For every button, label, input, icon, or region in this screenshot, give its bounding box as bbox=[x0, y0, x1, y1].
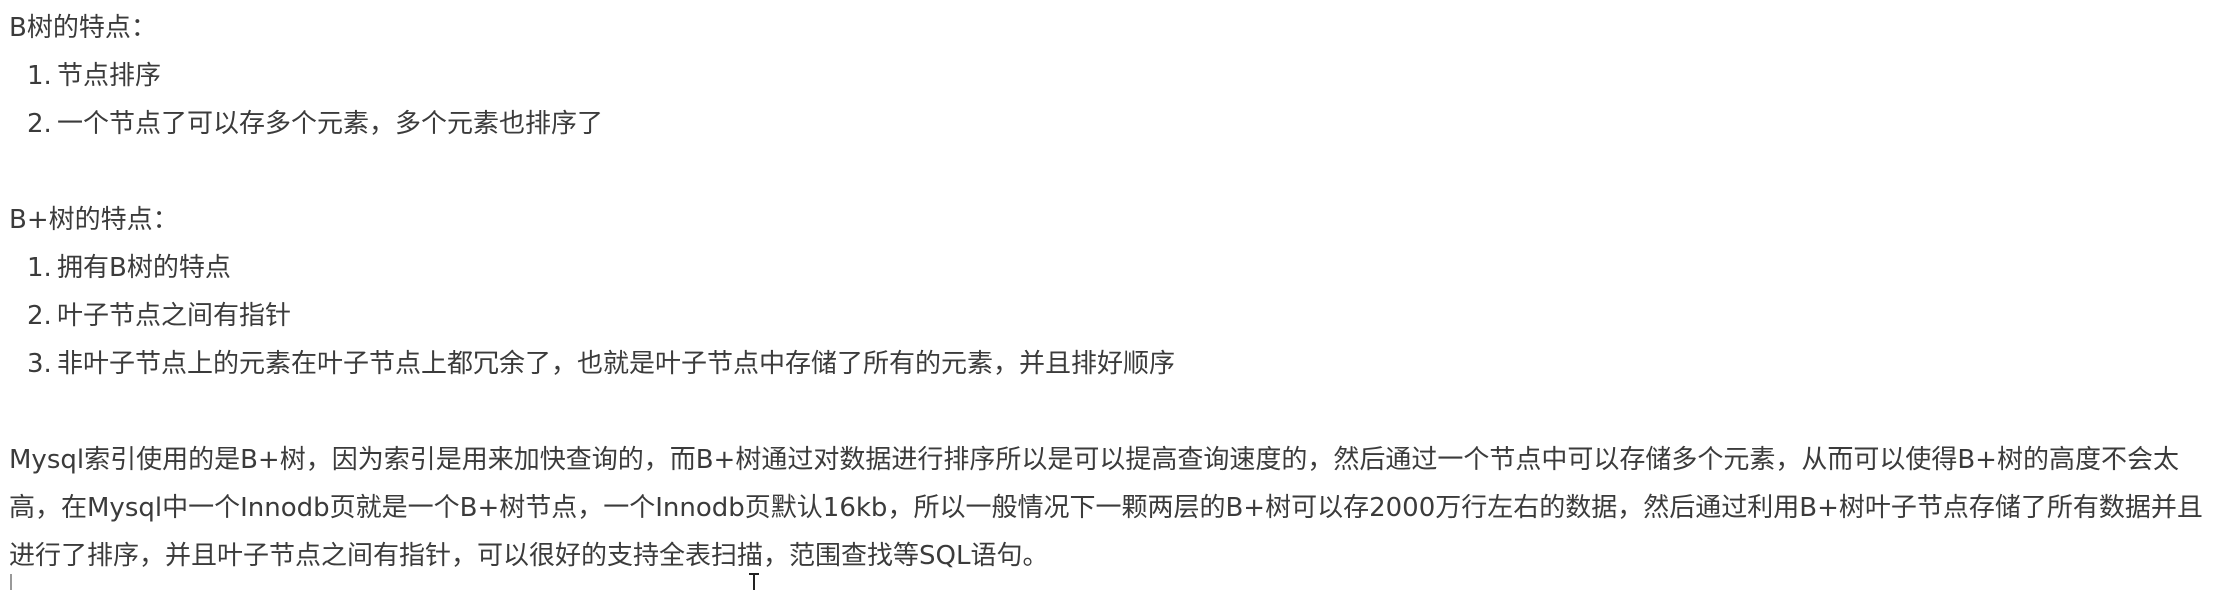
list-item-text: 叶子节点之间有指针 bbox=[57, 301, 292, 331]
btree-heading: B树的特点： bbox=[9, 13, 157, 43]
list-item-number: 1. bbox=[27, 61, 52, 91]
text-caret bbox=[10, 574, 12, 590]
btree-features-list: 1. 节点排序 2. 一个节点了可以存多个元素，多个元素也排序了 bbox=[9, 52, 2209, 148]
list-item-number: 2. bbox=[27, 301, 52, 331]
list-item: 3. 非叶子节点上的元素在叶子节点上都冗余了，也就是叶子节点中存储了所有的元素，并… bbox=[9, 340, 2209, 388]
list-item-text: 非叶子节点上的元素在叶子节点上都冗余了，也就是叶子节点中存储了所有的元素，并且排… bbox=[57, 349, 1176, 379]
list-item: 1. 拥有B树的特点 bbox=[9, 244, 2209, 292]
list-item-text: 拥有B树的特点 bbox=[57, 253, 231, 283]
list-item-text: 节点排序 bbox=[57, 61, 162, 91]
summary-paragraph[interactable]: Mysql索引使用的是B+树，因为索引是用来加快查询的，而B+树通过对数据进行排… bbox=[9, 436, 2204, 580]
list-item: 1. 节点排序 bbox=[9, 52, 2209, 100]
list-item: 2. 一个节点了可以存多个元素，多个元素也排序了 bbox=[9, 100, 2209, 148]
bplustree-heading: B+树的特点： bbox=[9, 205, 179, 235]
list-item: 2. 叶子节点之间有指针 bbox=[9, 292, 2209, 340]
document-body: B树的特点： 1. 节点排序 2. 一个节点了可以存多个元素，多个元素也排序了 B+… bbox=[9, 4, 2209, 580]
list-item-number: 3. bbox=[27, 349, 52, 379]
bplustree-features-list: 1. 拥有B树的特点 2. 叶子节点之间有指针 3. 非叶子节点上的元素在叶子节点上都… bbox=[9, 244, 2209, 388]
list-item-text: 一个节点了可以存多个元素，多个元素也排序了 bbox=[57, 109, 604, 139]
list-item-number: 1. bbox=[27, 253, 52, 283]
list-item-number: 2. bbox=[27, 109, 52, 139]
text-cursor-icon bbox=[748, 573, 760, 590]
